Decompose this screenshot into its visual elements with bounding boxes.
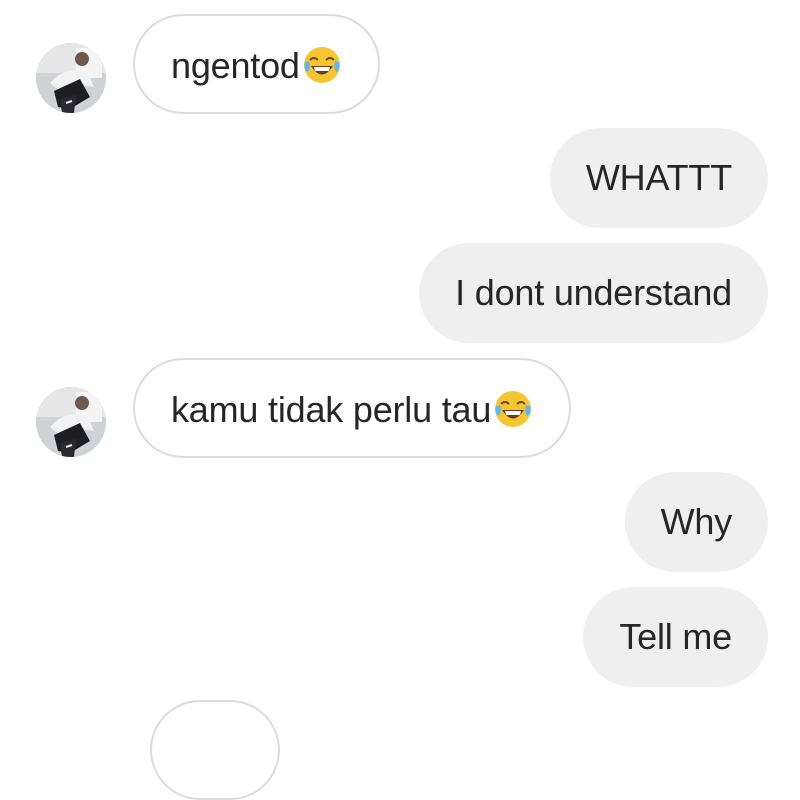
incoming-message-bubble[interactable]: ngentod (133, 14, 380, 114)
avatar-photo-icon (36, 43, 106, 113)
message-thread: ngentod WHATTT I dont understand kamu ti… (0, 0, 800, 800)
message-text: ngentod (171, 45, 300, 86)
message-text: kamu tidak perlu tau (171, 389, 492, 430)
incoming-message-bubble-partial[interactable] (150, 700, 280, 800)
outgoing-message-bubble[interactable]: Tell me (583, 587, 768, 687)
sender-avatar[interactable] (36, 43, 106, 113)
message-text: WHATTT (585, 157, 732, 198)
outgoing-message-bubble[interactable]: WHATTT (549, 128, 768, 228)
sender-avatar[interactable] (36, 387, 106, 457)
avatar-photo-icon (36, 387, 106, 457)
incoming-message-bubble[interactable]: kamu tidak perlu tau (133, 358, 572, 458)
message-text: Tell me (619, 616, 732, 657)
outgoing-message-bubble[interactable]: I dont understand (419, 243, 768, 343)
outgoing-message-bubble[interactable]: Why (624, 472, 768, 572)
face-with-tears-of-joy-icon (495, 391, 532, 428)
message-text: I dont understand (455, 272, 732, 313)
message-text: Why (660, 501, 733, 542)
face-with-tears-of-joy-icon (303, 47, 340, 84)
